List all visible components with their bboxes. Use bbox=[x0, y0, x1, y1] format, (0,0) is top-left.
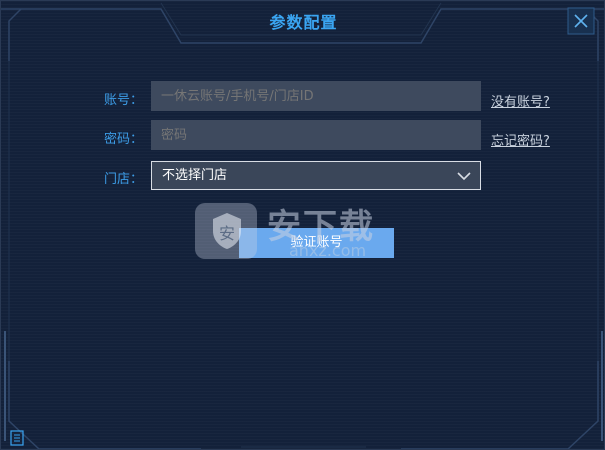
config-dialog: 参数配置 账号： 没有账号? 密码： 忘记密码? 门店： 不选择门店 验证账号 … bbox=[0, 0, 605, 450]
password-label: 密码： bbox=[103, 132, 143, 147]
close-button[interactable] bbox=[567, 7, 595, 35]
account-input[interactable] bbox=[151, 81, 481, 111]
store-selected-value: 不选择门店 bbox=[162, 168, 228, 183]
account-label: 账号： bbox=[103, 93, 143, 108]
chevron-down-icon bbox=[457, 172, 471, 181]
no-account-link[interactable]: 没有账号? bbox=[491, 91, 550, 110]
password-input[interactable] bbox=[151, 120, 481, 150]
frame-decoration bbox=[1, 2, 604, 449]
window-title: 参数配置 bbox=[269, 13, 338, 32]
store-select[interactable]: 不选择门店 bbox=[151, 161, 481, 190]
svg-text:安: 安 bbox=[219, 224, 235, 243]
forgot-password-link[interactable]: 忘记密码? bbox=[491, 130, 550, 149]
verify-account-button[interactable]: 验证账号 bbox=[239, 228, 394, 258]
close-x-icon bbox=[567, 7, 595, 35]
store-label: 门店： bbox=[103, 172, 143, 187]
